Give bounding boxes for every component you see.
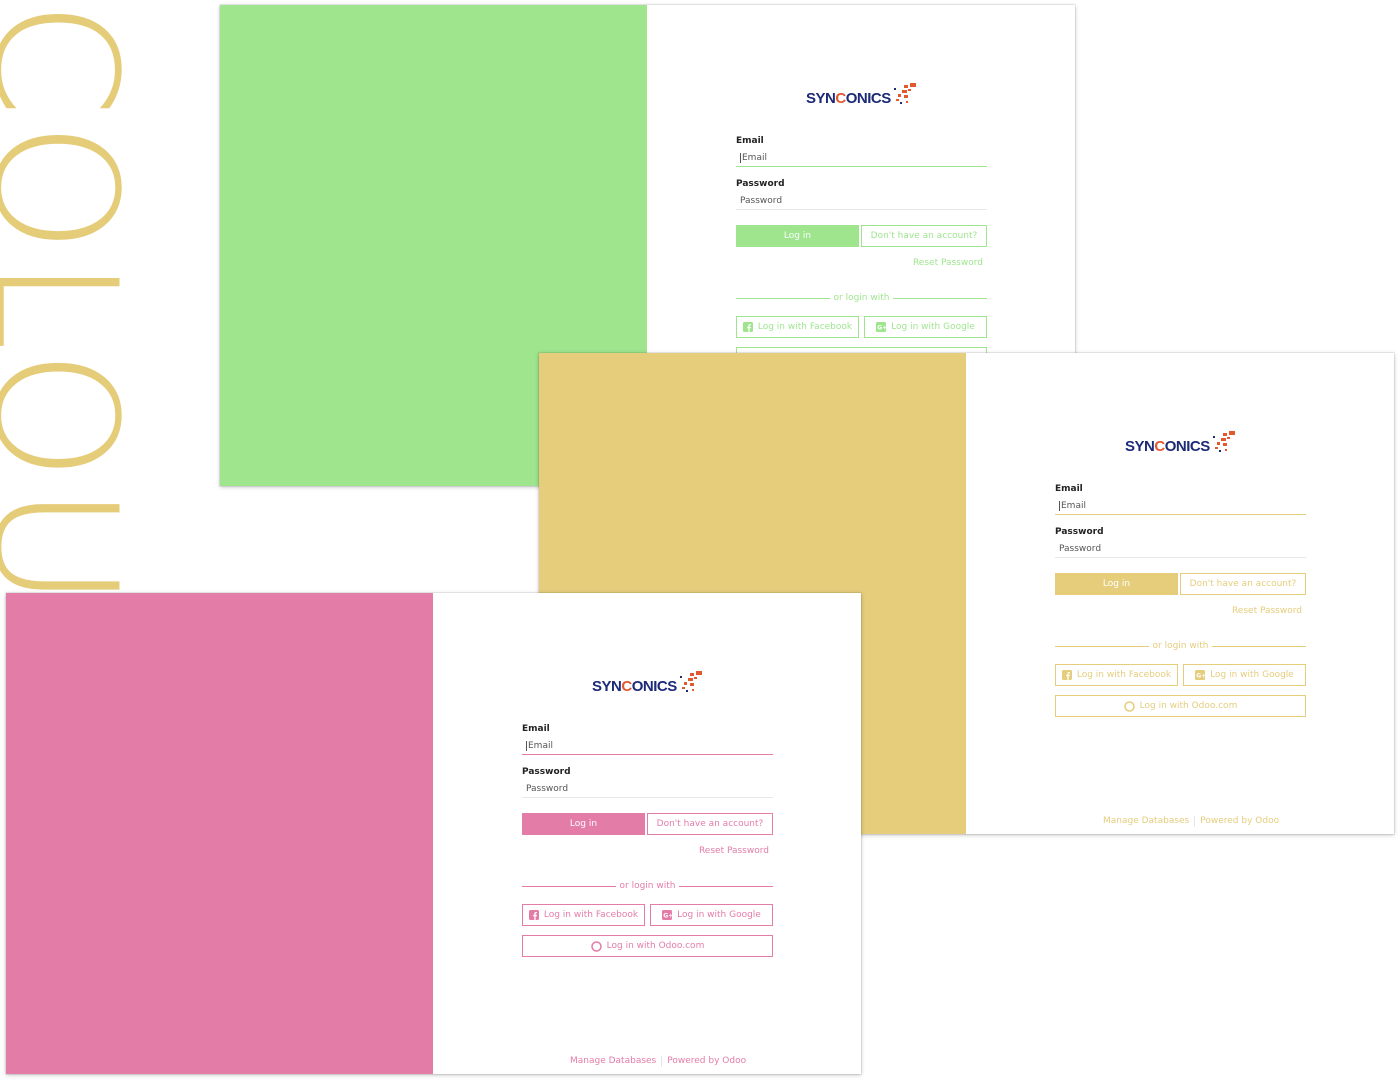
svg-text:G+: G+ [877,325,886,332]
password-input[interactable]: Password [1055,540,1306,558]
facebook-icon [1061,670,1072,680]
email-input[interactable]: Email [736,149,987,167]
google-plus-icon: G+ [876,322,887,332]
google-login-button[interactable]: G+ Log in with Google [650,904,773,926]
or-login-with-text: or login with [619,881,676,891]
facebook-login-label: Log in with Facebook [1076,670,1172,680]
password-placeholder: Password [526,783,569,794]
password-placeholder: Password [740,195,783,206]
or-login-with-divider: or login with [736,292,987,304]
or-login-with-text: or login with [833,293,890,303]
reset-password-link[interactable]: Reset Password [913,258,983,268]
synconics-logo-mark-icon [1212,431,1235,452]
reset-password-link[interactable]: Reset Password [1232,606,1302,616]
login-footer: Manage Databases Powered by Odoo [1103,816,1279,827]
logo-text: SYNCONICS [806,89,891,107]
google-plus-icon: G+ [1195,670,1206,680]
footer-separator [1194,816,1196,827]
svg-text:G+: G+ [663,913,672,920]
google-login-label: Log in with Google [891,322,975,332]
google-login-label: Log in with Google [1210,670,1294,680]
manage-databases-link[interactable]: Manage Databases [1103,816,1189,827]
synconics-logo-mark-icon [893,83,916,104]
powered-by-odoo-link[interactable]: Powered by Odoo [667,1056,746,1067]
google-login-label: Log in with Google [677,910,761,920]
password-label: Password [522,767,571,777]
login-button[interactable]: Log in [1055,573,1178,595]
or-login-with-text: or login with [1152,641,1209,651]
synconics-logo: SYNCONICS [592,671,708,701]
odoo-circle-icon [1123,700,1135,712]
facebook-login-label: Log in with Facebook [757,322,853,332]
login-button[interactable]: Log in [736,225,859,247]
odoo-login-label: Log in with Odoo.com [1139,701,1238,711]
password-input[interactable]: Password [736,192,987,210]
google-login-button[interactable]: G+ Log in with Google [1183,664,1306,686]
powered-by-odoo-link[interactable]: Powered by Odoo [1200,816,1279,827]
email-input[interactable]: Email [1055,497,1306,515]
colour-watermark: COLOUR [0,0,130,595]
login-button[interactable]: Log in [522,813,645,835]
or-login-with-divider: or login with [522,880,773,892]
logo-text: SYNCONICS [1125,437,1210,455]
email-label: Email [522,724,550,734]
footer-separator [661,1056,663,1067]
google-login-button[interactable]: G+ Log in with Google [864,316,987,338]
email-placeholder: Email [1059,500,1086,511]
odoo-circle-icon [590,940,602,952]
facebook-login-label: Log in with Facebook [543,910,639,920]
email-placeholder: Email [740,152,767,163]
email-input[interactable]: Email [522,737,773,755]
manage-databases-link[interactable]: Manage Databases [570,1056,656,1067]
odoo-login-label: Log in with Odoo.com [606,941,705,951]
email-placeholder: Email [526,740,553,751]
signup-button[interactable]: Don't have an account? [647,813,773,835]
password-label: Password [1055,527,1104,537]
password-placeholder: Password [1059,543,1102,554]
svg-text:G+: G+ [1196,673,1205,680]
login-pane: SYNCONICS Email Email Password Password … [966,353,1394,834]
signup-button[interactable]: Don't have an account? [861,225,987,247]
signup-button[interactable]: Don't have an account? [1180,573,1306,595]
login-card-pink: SYNCONICS Email Email Password Password … [6,593,861,1074]
logo-text: SYNCONICS [592,677,677,695]
email-label: Email [1055,484,1083,494]
login-footer: Manage Databases Powered by Odoo [570,1056,746,1067]
facebook-icon [742,322,753,332]
login-pane: SYNCONICS Email Email Password Password … [433,593,861,1074]
facebook-icon [528,910,539,920]
color-panel-pink [6,593,433,1074]
synconics-logo-mark-icon [679,671,702,692]
password-input[interactable]: Password [522,780,773,798]
facebook-login-button[interactable]: Log in with Facebook [1055,664,1178,686]
or-login-with-divider: or login with [1055,640,1306,652]
google-plus-icon: G+ [662,910,673,920]
email-label: Email [736,136,764,146]
facebook-login-button[interactable]: Log in with Facebook [522,904,645,926]
watermark-text: COLOUR [0,0,130,595]
reset-password-link[interactable]: Reset Password [699,846,769,856]
synconics-logo: SYNCONICS [1125,431,1241,461]
facebook-login-button[interactable]: Log in with Facebook [736,316,859,338]
odoo-login-button[interactable]: Log in with Odoo.com [522,935,773,957]
odoo-login-button[interactable]: Log in with Odoo.com [1055,695,1306,717]
synconics-logo: SYNCONICS [806,83,922,113]
password-label: Password [736,179,785,189]
